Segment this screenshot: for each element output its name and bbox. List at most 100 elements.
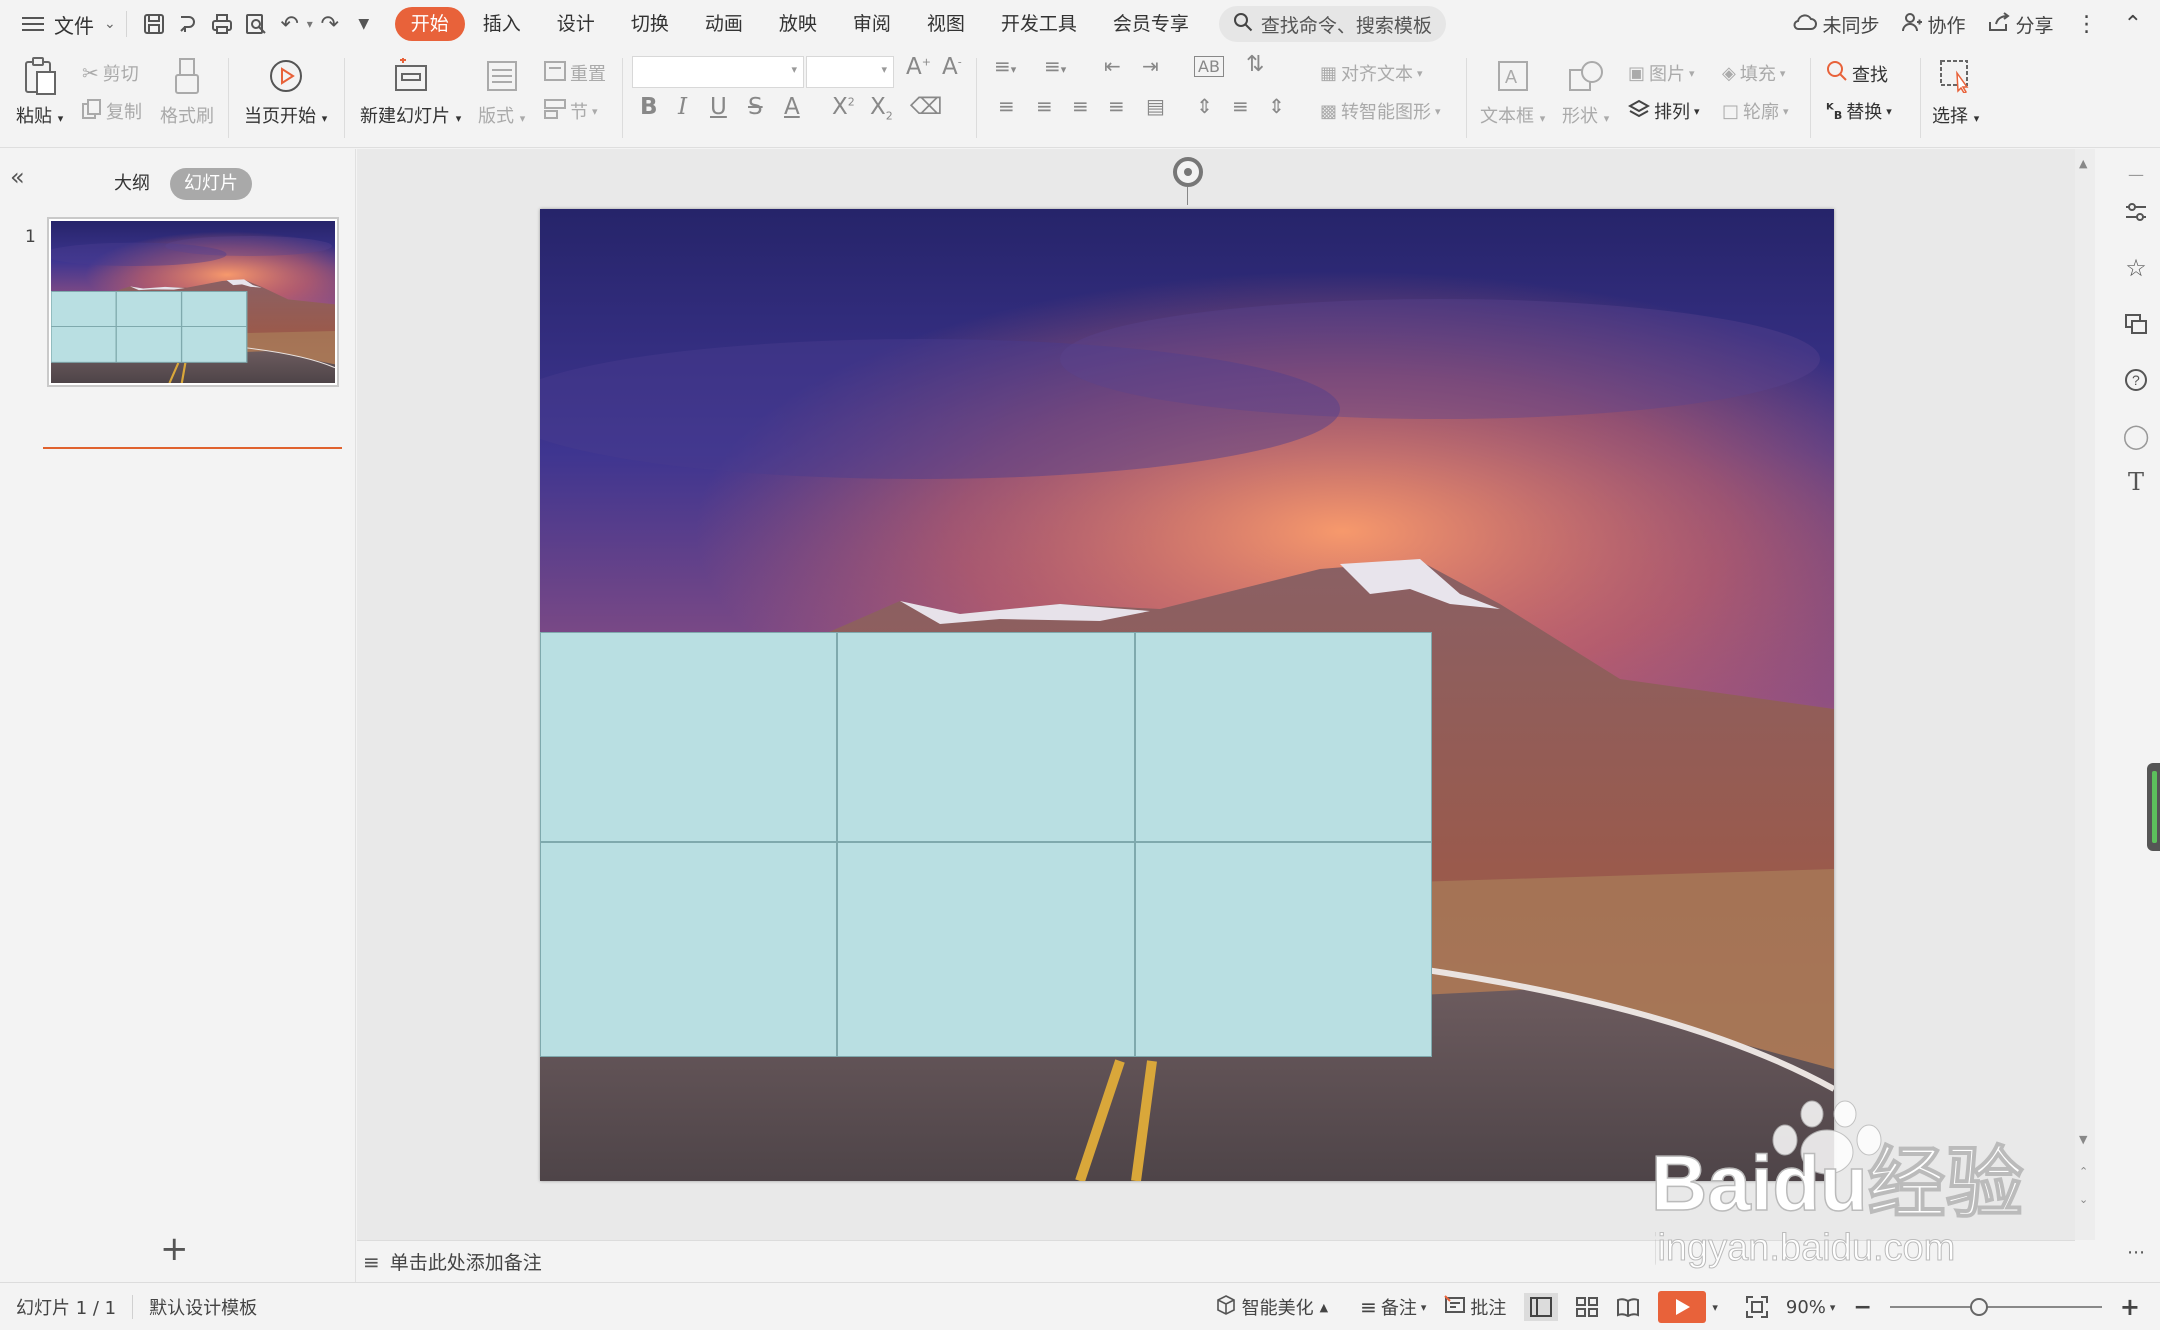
slide[interactable] — [540, 209, 1834, 1181]
paragraph-spacing-icon[interactable]: ≡ — [1232, 94, 1249, 118]
column-spacing-icon[interactable]: ⇕ — [1268, 94, 1285, 118]
tab-home[interactable]: 开始 — [394, 7, 465, 41]
paste-button[interactable]: 粘贴 ▾ — [16, 56, 63, 128]
zoom-slider-handle[interactable] — [1969, 1298, 1988, 1316]
line-spacing-icon[interactable]: ⇕ — [1196, 94, 1213, 118]
decrease-font-icon[interactable]: A- — [942, 54, 962, 80]
table[interactable] — [540, 632, 1432, 1057]
vertical-scrollbar[interactable]: ▲ ▼ ⌃ ⌄ — [2075, 149, 2095, 1240]
tab-slides[interactable]: 幻灯片 — [170, 168, 252, 200]
add-slide-icon[interactable]: + — [160, 1229, 189, 1269]
underline-icon[interactable]: U — [710, 94, 727, 120]
comments-button[interactable]: 批注 — [1444, 1294, 1506, 1320]
tab-outline[interactable]: 大纲 — [100, 168, 164, 200]
normal-view-icon[interactable] — [1524, 1293, 1559, 1321]
decrease-indent-icon[interactable]: ⇤ — [1104, 54, 1121, 78]
tab-insert[interactable]: 插入 — [465, 7, 539, 41]
tab-slideshow[interactable]: 放映 — [761, 7, 835, 41]
replace-button[interactable]: ᴷB 替换 ▾ — [1826, 98, 1892, 124]
reading-view-icon[interactable] — [1616, 1297, 1640, 1317]
arrange-button[interactable]: 排列 ▾ — [1627, 98, 1700, 124]
tab-developer[interactable]: 开发工具 — [983, 7, 1095, 41]
cut-button[interactable]: ✂ 剪切 — [82, 60, 139, 86]
tab-view[interactable]: 视图 — [909, 7, 983, 41]
shape-button[interactable]: 形状 ▾ — [1562, 56, 1609, 128]
zoom-out-icon[interactable]: − — [1853, 1295, 1871, 1320]
slide-sorter-icon[interactable] — [1576, 1297, 1599, 1317]
tab-review[interactable]: 审阅 — [835, 7, 909, 41]
align-center-icon[interactable]: ≡ — [1036, 94, 1053, 118]
reset-button[interactable]: 重置 — [544, 60, 606, 86]
table-cell[interactable] — [540, 842, 838, 1057]
table-cell[interactable] — [837, 632, 1135, 842]
new-slide-button[interactable]: 新建幻灯片 ▾ — [360, 56, 461, 128]
notes-toggle-button[interactable]: ≡ 备注 ▾ — [1360, 1294, 1426, 1320]
picture-button[interactable]: ▣ 图片 ▾ — [1628, 60, 1695, 86]
superscript-icon[interactable]: X2 — [832, 94, 855, 120]
notes-area[interactable]: ≡ 单击此处添加备注 — [357, 1240, 2075, 1282]
font-family-select[interactable]: ▾ — [632, 56, 804, 88]
animation-star-icon[interactable]: ☆ — [2121, 253, 2151, 283]
find-button[interactable]: 查找 — [1826, 60, 1888, 87]
print-preview-icon[interactable] — [239, 7, 273, 41]
customize-toolbar-icon[interactable]: ▼ — [347, 7, 381, 41]
align-right-icon[interactable]: ≡ — [1072, 94, 1089, 118]
tab-animation[interactable]: 动画 — [687, 7, 761, 41]
increase-font-icon[interactable]: A+ — [906, 54, 931, 80]
table-cell[interactable] — [837, 842, 1135, 1057]
play-slideshow-button[interactable] — [1658, 1291, 1707, 1323]
output-pdf-icon[interactable] — [171, 7, 205, 41]
zoom-in-icon[interactable]: + — [2120, 1293, 2140, 1321]
command-search[interactable]: 查找命令、搜索模板 — [1218, 6, 1446, 42]
collaborate-button[interactable]: 协作 — [1901, 11, 1966, 38]
clear-format-icon[interactable]: ⌫ — [910, 94, 943, 120]
zoom-slider[interactable] — [1889, 1298, 2102, 1316]
table-cell[interactable] — [540, 632, 838, 842]
copy-button[interactable]: 复制 — [82, 98, 142, 124]
print-icon[interactable] — [205, 7, 239, 41]
sort-icon[interactable]: ⇅ — [1246, 52, 1264, 77]
save-icon[interactable] — [137, 7, 171, 41]
subscript-icon[interactable]: X2 — [870, 94, 893, 123]
fit-window-icon[interactable] — [1745, 1296, 1768, 1318]
slide-thumbnail[interactable] — [41, 217, 339, 387]
properties-icon[interactable] — [2121, 197, 2151, 227]
template-name[interactable]: 默认设计模板 — [149, 1294, 257, 1320]
redo-icon[interactable]: ↷ — [313, 7, 347, 41]
zoom-level[interactable]: 90% ▾ — [1786, 1297, 1836, 1318]
table-cell[interactable] — [1134, 842, 1432, 1057]
lightbulb-icon[interactable]: ◯ — [2121, 421, 2151, 451]
layout-button[interactable]: 版式 ▾ — [478, 56, 525, 128]
more-icon[interactable]: ⋯ — [2121, 1237, 2151, 1267]
scroll-down-icon[interactable]: ▼ — [2079, 1133, 2087, 1146]
next-slide-icon[interactable]: ⌄ — [2079, 1193, 2088, 1206]
distribute-icon[interactable]: ▤ — [1146, 94, 1165, 118]
file-menu[interactable]: 文件 ⌄ — [22, 10, 116, 39]
prev-slide-icon[interactable]: ⌃ — [2079, 1165, 2088, 1178]
increase-indent-icon[interactable]: ⇥ — [1142, 54, 1159, 78]
align-text-button[interactable]: ▦ 对齐文本 ▾ — [1320, 60, 1423, 86]
fill-button[interactable]: ◈ 填充 ▾ — [1722, 60, 1785, 86]
numbered-list-icon[interactable]: ≡▾ — [1044, 54, 1066, 78]
section-button[interactable]: 节 ▾ — [544, 98, 598, 124]
smart-shape-button[interactable]: ▩ 转智能图形 ▾ — [1320, 98, 1441, 124]
tab-transition[interactable]: 切换 — [613, 7, 687, 41]
tab-design[interactable]: 设计 — [539, 7, 613, 41]
table-cell[interactable] — [1134, 632, 1432, 842]
play-from-current-button[interactable]: 当页开始 ▾ — [244, 56, 327, 128]
font-color-icon[interactable]: A — [784, 94, 800, 120]
more-options-icon[interactable]: ⋮ — [2076, 12, 2098, 37]
collapse-ribbon-icon[interactable]: ⌃ — [2124, 12, 2142, 37]
justify-icon[interactable]: ≡ — [1108, 94, 1125, 118]
text-direction-icon[interactable]: AB — [1194, 56, 1224, 77]
play-options-icon[interactable]: ▾ — [1712, 1301, 1718, 1314]
textbox-button[interactable]: A 文本框 ▾ — [1480, 56, 1545, 128]
bold-icon[interactable]: B — [640, 94, 658, 120]
align-left-icon[interactable]: ≡ — [998, 94, 1015, 118]
help-icon[interactable]: ? — [2121, 365, 2151, 395]
transition-icon[interactable] — [2121, 309, 2151, 339]
undo-icon[interactable]: ↶ — [273, 7, 307, 41]
format-painter-button[interactable]: 格式刷 — [160, 56, 214, 128]
select-button[interactable]: 选择 ▾ — [1932, 56, 1979, 128]
share-button[interactable]: 分享 — [1988, 11, 2054, 38]
